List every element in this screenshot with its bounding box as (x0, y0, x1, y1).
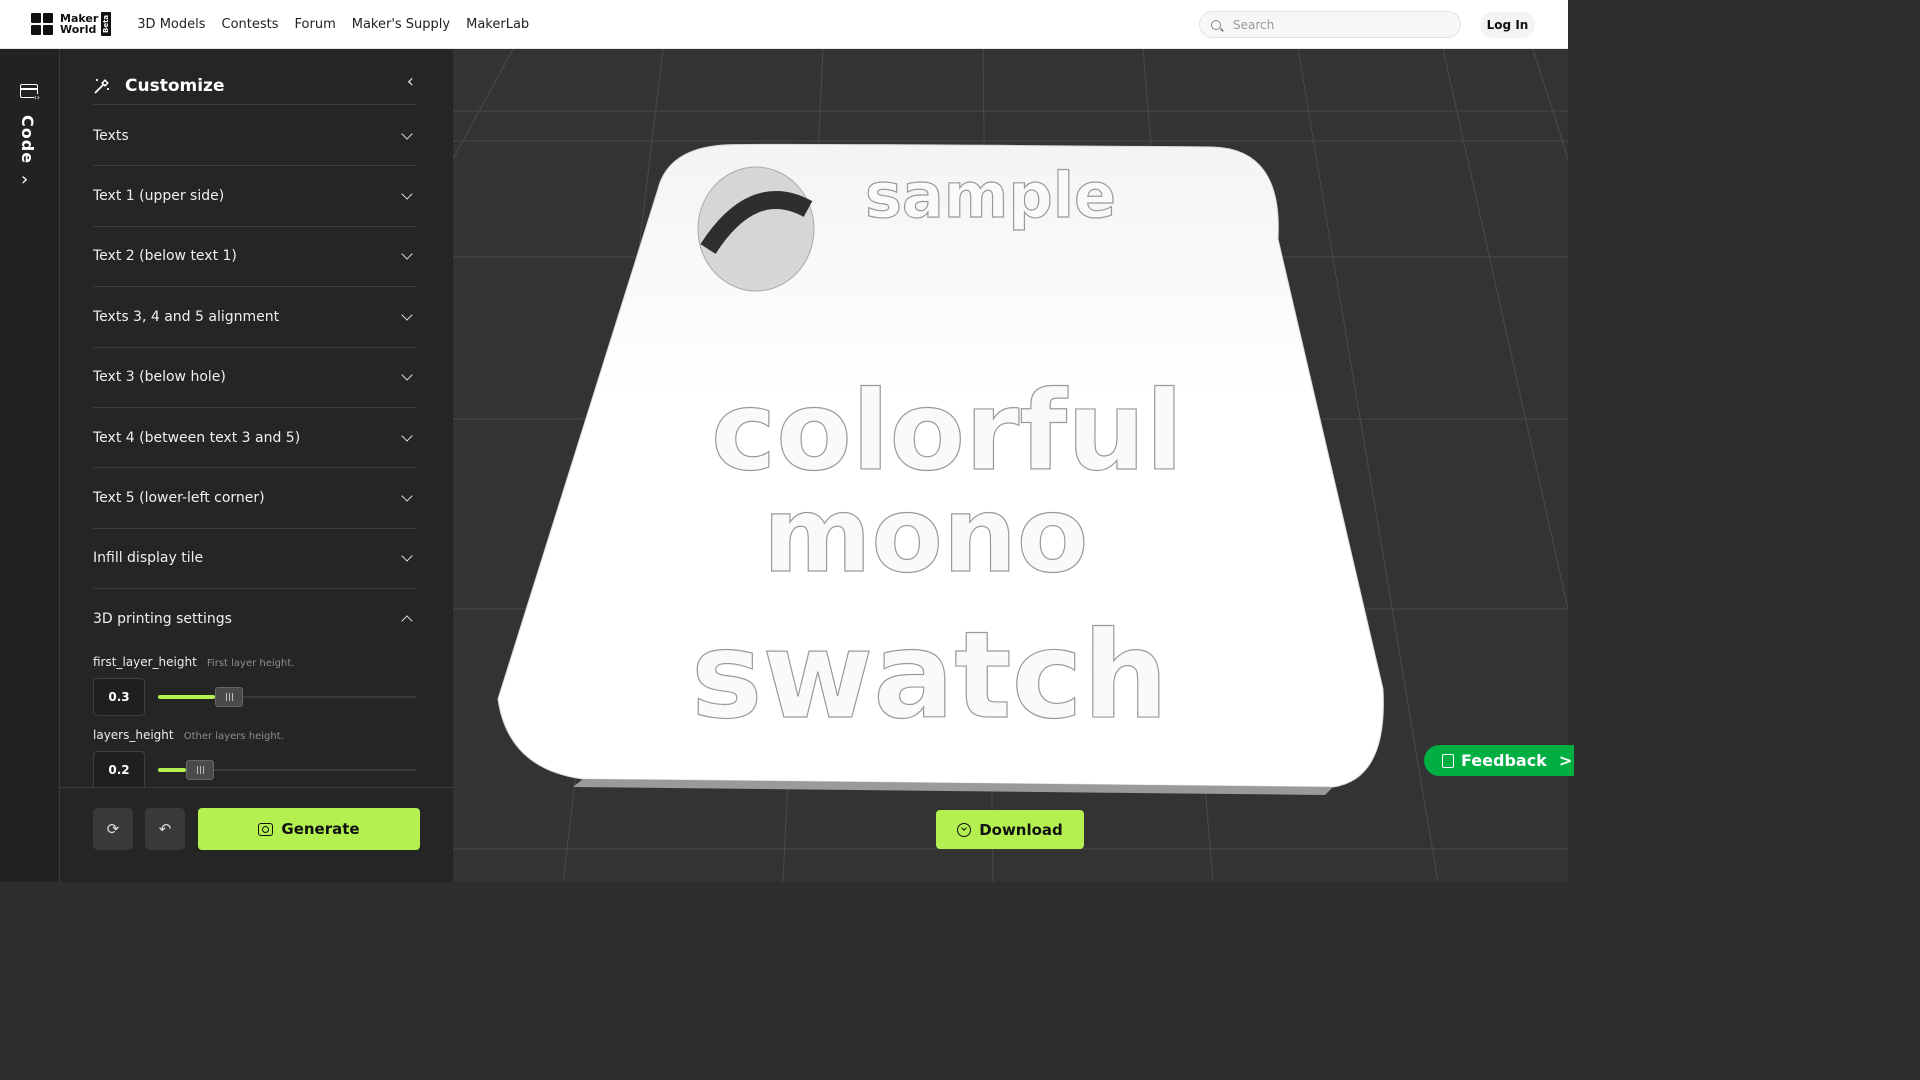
panel-title: Customize (125, 75, 225, 96)
param-name: first_layer_height (93, 655, 197, 669)
undo-button[interactable]: ↶ (145, 808, 185, 850)
section-label: Text 3 (below hole) (93, 369, 226, 386)
customize-panel: Customize ‹ Texts Text 1 (upper side) Te… (60, 49, 453, 882)
generate-icon (258, 822, 274, 836)
section-printing-settings[interactable]: 3D printing settings (93, 589, 416, 649)
top-nav-bar: Maker World Beta 3D Models Contests Foru… (0, 0, 1568, 49)
magic-wand-icon (94, 78, 109, 94)
chevron-down-icon (401, 309, 413, 321)
beta-badge: Beta (101, 12, 112, 36)
section-text-4[interactable]: Text 4 (between text 3 and 5) (93, 408, 416, 469)
value-slider[interactable] (158, 757, 416, 783)
nav-contests[interactable]: Contests (222, 17, 279, 32)
code-tab-label[interactable]: Code (18, 115, 37, 164)
search-box[interactable] (1199, 11, 1461, 38)
panel-header: Customize ‹ (93, 67, 416, 105)
download-icon (957, 822, 972, 837)
nav-makers-supply[interactable]: Maker's Supply (352, 17, 450, 32)
section-text-3[interactable]: Text 3 (below hole) (93, 348, 416, 408)
section-label: Texts (93, 127, 129, 144)
section-text-2[interactable]: Text 2 (below text 1) (93, 227, 416, 288)
chevron-up-icon (401, 615, 413, 627)
reset-button[interactable]: ⟳ (93, 808, 133, 850)
panel-footer: ⟳ ↶ Generate (60, 787, 453, 882)
feedback-label: Feedback (1461, 751, 1547, 770)
chevron-down-icon (401, 429, 413, 442)
feedback-button[interactable]: Feedback > (1424, 745, 1574, 776)
chevron-down-icon (401, 490, 413, 502)
section-label: Text 1 (upper side) (93, 188, 225, 205)
section-label: Text 5 (lower-left corner) (93, 490, 265, 507)
download-button[interactable]: Download (936, 810, 1084, 849)
logo-icon (31, 13, 56, 35)
section-label: 3D printing settings (93, 611, 232, 628)
3d-viewport[interactable]: sample colorful mono swatch (453, 49, 1568, 882)
refresh-icon: ⟳ (106, 820, 120, 838)
section-list: Texts Text 1 (upper side) Text 2 (below … (93, 106, 416, 650)
main-nav: 3D Models Contests Forum Maker's Supply … (137, 17, 529, 32)
section-infill-tile[interactable]: Infill display tile (93, 529, 416, 590)
undo-icon: ↶ (158, 820, 172, 838)
slider-fill (158, 768, 186, 772)
section-label: Texts 3, 4 and 5 alignment (93, 308, 280, 325)
login-button[interactable]: Log In (1480, 12, 1535, 38)
slider-handle[interactable] (215, 687, 243, 707)
chevron-down-icon (401, 550, 413, 563)
chevron-down-icon (401, 248, 413, 261)
value-slider[interactable] (158, 684, 416, 710)
value-input[interactable]: 0.2 (93, 751, 145, 789)
logo-text: Maker World (60, 13, 98, 35)
section-texts[interactable]: Texts (93, 106, 416, 167)
download-label: Download (979, 820, 1063, 839)
collapse-panel-icon[interactable]: ‹ (407, 71, 414, 92)
section-label: Text 4 (between text 3 and 5) (93, 429, 301, 446)
slider-fill (158, 695, 215, 699)
search-icon (1211, 19, 1221, 30)
nav-3d-models[interactable]: 3D Models (137, 17, 205, 32)
generate-button[interactable]: Generate (198, 808, 420, 850)
param-first-layer-height: first_layer_height First layer height. 0… (93, 651, 416, 716)
model-text-swatch: swatch (691, 607, 1168, 746)
chevron-down-icon (401, 369, 413, 381)
section-text-5[interactable]: Text 5 (lower-left corner) (93, 468, 416, 529)
param-name: layers_height (93, 728, 174, 742)
feedback-arrow: > (1558, 751, 1573, 770)
chevron-down-icon (401, 188, 413, 200)
nav-forum[interactable]: Forum (295, 17, 336, 32)
search-input[interactable] (1233, 17, 1433, 32)
makerworld-logo[interactable]: Maker World Beta (31, 11, 112, 37)
chevron-down-icon (401, 128, 413, 140)
logo-line2: World (60, 23, 97, 36)
model-text-mono: mono (763, 474, 1088, 596)
model-text-sample: sample (865, 159, 1116, 232)
feedback-icon (1442, 753, 1454, 768)
section-label: Text 2 (below text 1) (93, 248, 237, 265)
param-hint: First layer height. (206, 658, 295, 669)
chevron-right-icon[interactable]: › (21, 169, 28, 190)
nav-makerlab[interactable]: MakerLab (466, 17, 529, 32)
code-window-icon[interactable] (20, 84, 41, 102)
section-alignment[interactable]: Texts 3, 4 and 5 alignment (93, 287, 416, 348)
param-hint: Other layers height. (183, 731, 284, 742)
section-text-1[interactable]: Text 1 (upper side) (93, 166, 416, 227)
slider-handle[interactable] (186, 760, 214, 780)
generate-label: Generate (281, 820, 360, 838)
viewport-canvas: sample colorful mono swatch (453, 49, 1568, 882)
param-layers-height: layers_height Other layers height. 0.2 (93, 724, 416, 789)
value-input[interactable]: 0.3 (93, 678, 145, 716)
left-rail: Code › (0, 49, 60, 882)
section-label: Infill display tile (93, 550, 204, 567)
